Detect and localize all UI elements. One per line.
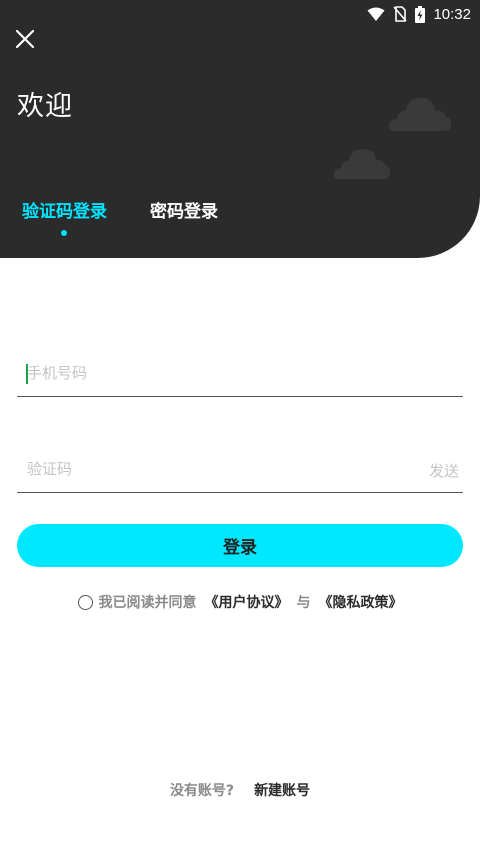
code-field: 发送 [17, 448, 463, 493]
user-agreement-link[interactable]: 《用户协议》 [205, 592, 289, 612]
status-bar: 10:32 [367, 0, 480, 28]
cloud-icon [333, 149, 391, 179]
send-code-button[interactable]: 发送 [429, 460, 459, 481]
agreement-checkbox[interactable] [77, 594, 93, 610]
close-icon [15, 29, 35, 49]
phone-field [17, 352, 463, 397]
privacy-policy-link[interactable]: 《隐私政策》 [319, 592, 403, 612]
no-account-text: 没有账号? [169, 783, 235, 799]
code-input[interactable] [27, 460, 407, 478]
status-time: 10:32 [433, 5, 471, 23]
tab-sms-login[interactable]: 验证码登录 [22, 197, 107, 222]
agreement-connector: 与 [296, 595, 311, 611]
agreement-prefix: 我已阅读并同意 [98, 595, 197, 611]
login-screen: 10:32 欢迎 验证码登录 密码登录 发送 登录 我已阅读并同意 《用户协议》… [0, 0, 480, 853]
no-sim-icon [393, 6, 408, 22]
create-account-link[interactable]: 新建账号 [254, 780, 310, 800]
close-button[interactable] [12, 26, 38, 52]
wifi-icon [367, 7, 385, 22]
agreement-row: 我已阅读并同意 《用户协议》 与 《隐私政策》 [0, 592, 480, 612]
login-button[interactable]: 登录 [17, 524, 463, 567]
cloud-icon [388, 98, 452, 131]
battery-charging-icon [415, 5, 426, 23]
page-title: 欢迎 [17, 91, 73, 122]
register-row: 没有账号? 新建账号 [0, 780, 480, 800]
phone-input[interactable] [27, 364, 407, 382]
active-tab-indicator [61, 230, 67, 236]
tab-password-login[interactable]: 密码登录 [150, 197, 218, 222]
